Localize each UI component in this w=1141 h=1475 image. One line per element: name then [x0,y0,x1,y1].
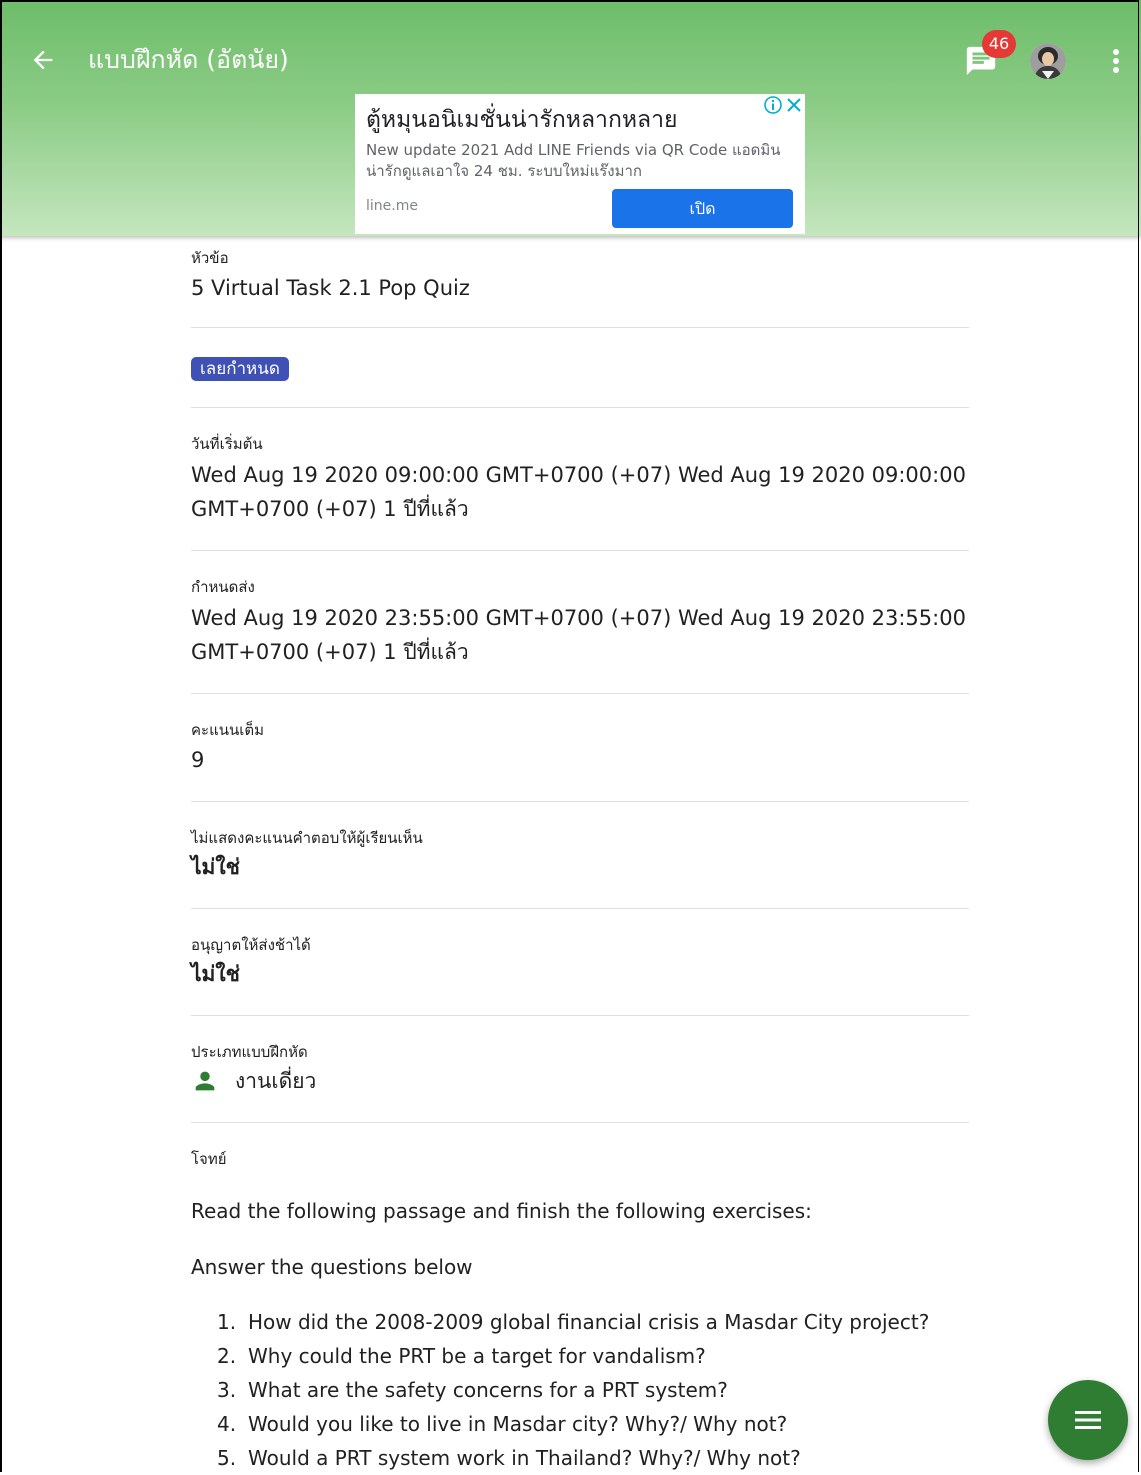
ad-banner[interactable]: ตู้หมุนอนิเมชั่นน่ารักหลากหลาย New updat… [355,94,805,234]
ad-info-button[interactable] [763,95,783,115]
menu-fab-button[interactable] [1048,1380,1128,1460]
list-item: 4. Would you like to live in Masdar city?… [217,1407,969,1441]
status-section: เลยกำหนด [191,328,969,408]
topic-section: หัวข้อ 5 Virtual Task 2.1 Pop Quiz [191,236,969,328]
hide-score-value: ไม่ใช่ [191,855,240,879]
prompt-label: โจทย์ [191,1150,227,1168]
ad-title: ตู้หมุนอนิเมชั่นน่ารักหลากหลาย [366,107,678,133]
topic-value: 5 Virtual Task 2.1 Pop Quiz [191,276,470,300]
hide-score-section: ไม่แสดงคะแนนคำตอบให้ผู้เรียนเห็น ไม่ใช่ [191,802,969,909]
question-number: 5. [217,1446,237,1470]
late-submission-section: อนุญาตให้ส่งช้าได้ ไม่ใช่ [191,909,969,1016]
late-submission-value: ไม่ใช่ [191,962,240,986]
prompt-instruction: Answer the questions below [191,1255,473,1279]
list-item: 2. Why could the PRT be a target for vand… [217,1339,969,1373]
user-photo [1030,43,1066,79]
question-text: Would you like to live in Masdar city? W… [248,1412,788,1436]
close-icon [787,98,801,112]
status-badge: เลยกำหนด [191,357,289,381]
question-number: 4. [217,1412,237,1436]
exercise-type-row: งานเดี่ยว [191,1064,969,1098]
more-options-button[interactable] [1102,44,1130,78]
start-date-section: วันที่เริ่มต้น Wed Aug 19 2020 09:00:00 … [191,408,969,551]
question-number: 2. [217,1344,237,1368]
ad-domain: line.me [366,198,418,214]
full-score-section: คะแนนเต็ม 9 [191,694,969,802]
question-list: 1. How did the 2008-2009 global financial… [191,1305,969,1475]
due-date-label: กำหนดส่ง [191,578,255,596]
exercise-type-section: ประเภทแบบฝึกหัด งานเดี่ยว [191,1016,969,1123]
due-date-section: กำหนดส่ง Wed Aug 19 2020 23:55:00 GMT+07… [191,551,969,694]
avatar[interactable] [1030,43,1066,79]
hide-score-label: ไม่แสดงคะแนนคำตอบให้ผู้เรียนเห็น [191,829,423,847]
list-item: 5. Would a PRT system work in Thailand? W… [217,1441,969,1475]
ad-open-button[interactable]: เปิด [612,189,793,228]
more-vert-icon [1113,49,1119,73]
full-score-value: 9 [191,748,205,772]
list-item: 3. What are the safety concerns for a PRT… [217,1373,969,1407]
back-button[interactable] [26,42,60,78]
full-score-label: คะแนนเต็ม [191,721,265,739]
due-date-value: Wed Aug 19 2020 23:55:00 GMT+0700 (+07) … [191,606,966,664]
menu-icon [1075,1411,1101,1429]
ad-description: New update 2021 Add LINE Friends via QR … [366,141,781,180]
exercise-type-label: ประเภทแบบฝึกหัด [191,1043,308,1061]
topic-label: หัวข้อ [191,249,229,267]
arrow-left-icon [33,50,53,70]
assignment-details: หัวข้อ 5 Virtual Task 2.1 Pop Quiz เลยกำ… [191,236,969,1475]
question-text: What are the safety concerns for a PRT s… [248,1378,728,1402]
exercise-type-value: งานเดี่ยว [235,1069,317,1093]
ad-close-button[interactable] [785,95,803,115]
start-date-label: วันที่เริ่มต้น [191,435,263,453]
list-item: 1. How did the 2008-2009 global financial… [217,1305,969,1339]
question-number: 1. [217,1310,237,1334]
person-icon [195,1071,215,1091]
prompt-section: โจทย์ Read the following passage and fin… [191,1123,969,1475]
late-submission-label: อนุญาตให้ส่งช้าได้ [191,936,311,954]
notification-badge: 46 [982,30,1016,58]
question-number: 3. [217,1378,237,1402]
start-date-value: Wed Aug 19 2020 09:00:00 GMT+0700 (+07) … [191,463,966,521]
page-title: แบบฝึกหัด (อัตนัย) [88,45,289,74]
question-text: Would a PRT system work in Thailand? Why… [248,1446,801,1470]
info-icon [764,96,782,114]
question-text: How did the 2008-2009 global financial c… [248,1310,930,1334]
question-text: Why could the PRT be a target for vandal… [248,1344,706,1368]
prompt-intro: Read the following passage and finish th… [191,1199,812,1223]
